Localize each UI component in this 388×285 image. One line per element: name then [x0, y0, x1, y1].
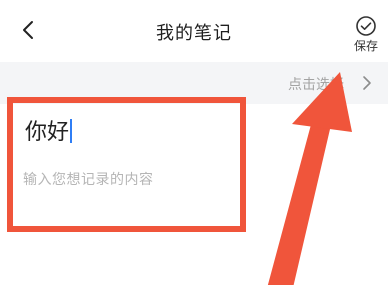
header-bar: 我的笔记 保存: [0, 0, 388, 58]
page-title: 我的笔记: [156, 23, 232, 44]
chevron-right-icon: [363, 76, 371, 90]
save-button[interactable]: 保存: [348, 10, 384, 56]
save-label: 保存: [353, 39, 378, 53]
note-editor-screen: 我的笔记 保存 点击选择 你好 输入您想记录的内容: [0, 0, 388, 285]
select-prompt: 点击选择: [288, 77, 344, 93]
annotation-highlight-box: [7, 97, 246, 232]
check-circle-icon: [356, 16, 376, 36]
